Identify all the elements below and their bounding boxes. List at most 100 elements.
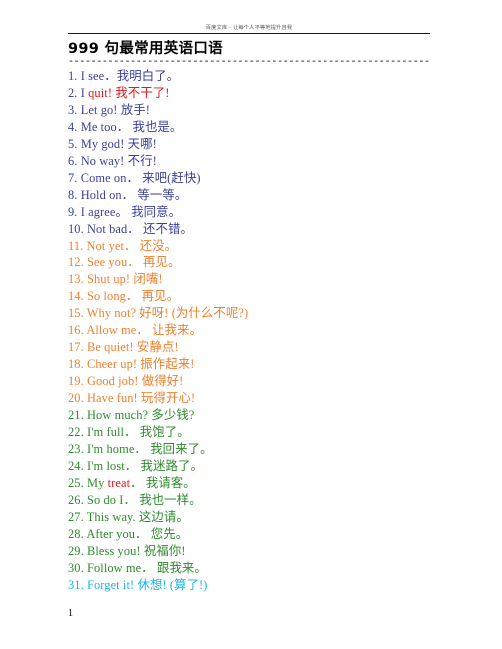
phrase-chinese: 我明白了。 (116, 69, 180, 83)
phrase-line: 6. No way! 不行! (68, 153, 468, 170)
phrase-line: 29. Bless you! 祝福你! (68, 543, 468, 560)
phrase-number: 18. (68, 357, 87, 372)
phrase-line: 10. Not bad． 还不错。 (68, 221, 468, 238)
phrase-number: 31. (68, 577, 87, 592)
phrase-english: Why not? (86, 306, 137, 321)
phrase-chinese: 来吧(赶快) (138, 170, 201, 185)
phrase-chinese: 不行! (124, 153, 157, 168)
phrase-chinese: 安静点! (133, 340, 179, 355)
phrase-number: 26. (68, 492, 87, 507)
phrase-chinese: 您先。 (147, 526, 189, 541)
phrase-number: 30. (68, 560, 87, 575)
document-page: 百度文库 - 让每个人平等地提升自我 999 句最常用英语口语 --------… (0, 0, 502, 649)
phrase-chinese: 天哪! (124, 136, 157, 151)
phrase-number: 1. (68, 69, 81, 83)
phrase-line: 22. I'm full． 我饱了。 (68, 424, 468, 441)
phrase-english: Hold on． (80, 187, 135, 202)
phrase-english: How much? (87, 408, 149, 423)
page-header: 百度文库 - 让每个人平等地提升自我 (68, 24, 430, 34)
phrase-english: I'm lost． (87, 458, 138, 473)
phrase-number: 14. (68, 289, 87, 304)
phrase-number: 23. (68, 441, 87, 456)
phrase-chinese: 再见。 (138, 289, 180, 304)
phrase-chinese: 我也一样。 (136, 492, 202, 507)
phrase-english: Good job! (87, 374, 139, 389)
phrase-english: So long． (87, 289, 139, 304)
phrase-number: 12. (68, 255, 87, 270)
phrase-line: 24. I'm lost． 我迷路了。 (68, 458, 468, 475)
phrase-number: 29. (68, 543, 87, 558)
phrase-line: 13. Shut up! 闭嘴! (68, 271, 468, 288)
phrase-line: 11. Not yet． 还没。 (68, 238, 468, 255)
phrase-line: 1. I see．我明白了。 (68, 68, 468, 85)
phrase-chinese: 好呀! (为什么不呢?) (136, 306, 249, 321)
phrase-number: 10. (68, 221, 87, 236)
phrase-line: 25. My treat． 我请客。 (68, 475, 468, 492)
phrase-chinese: ． 我请客。 (130, 475, 196, 490)
phrase-number: 6. (68, 153, 81, 168)
phrase-english: I agree。 (80, 204, 128, 219)
phrase-chinese: 休想! (算了!) (134, 577, 208, 592)
phrase-english: Bless you! (87, 543, 141, 558)
phrase-line: 30. Follow me． 跟我来。 (68, 560, 468, 577)
phrase-english: Have fun! (87, 391, 138, 406)
phrase-number: 27. (68, 509, 87, 524)
phrase-line: 31. Forget it! 休想! (算了!) (68, 577, 468, 594)
phrase-english: Not yet． (86, 238, 137, 253)
phrase-number: 13. (68, 272, 87, 287)
phrase-english: After you． (86, 526, 148, 541)
phrase-line: 27. This way. 这边请。 (68, 509, 468, 526)
page-title: 999 句最常用英语口语 (68, 41, 223, 57)
phrase-number: 2. (68, 85, 81, 100)
phrase-english: I'm home． (87, 441, 147, 456)
phrase-chinese: 放手! (117, 102, 150, 117)
phrase-number: 20. (68, 391, 87, 406)
phrase-line: 17. Be quiet! 安静点! (68, 339, 468, 356)
phrase-english: No way! (80, 153, 125, 168)
page-number: 1 (68, 608, 73, 619)
phrase-chinese: 还不错。 (139, 221, 193, 236)
phrase-number: 4. (68, 119, 81, 134)
phrase-line: 26. So do I． 我也一样。 (68, 492, 468, 509)
phrase-english: Shut up! (87, 272, 131, 287)
phrase-english: This way. (86, 509, 136, 524)
phrase-english: Not bad． (87, 221, 140, 236)
phrase-line: 23. I'm home． 我回来了。 (68, 441, 468, 458)
phrase-chinese: 跟我来。 (153, 560, 207, 575)
phrase-english-highlight: quit! (88, 85, 113, 100)
phrase-list: 1. I see．我明白了。 2. I quit! 我不干了! 3. Let go!… (68, 68, 468, 594)
phrase-english: Follow me． (87, 560, 154, 575)
phrase-number: 11. (68, 238, 87, 253)
phrase-english: I see． (80, 69, 117, 83)
phrase-number: 16. (68, 323, 87, 338)
phrase-line: 16. Allow me． 让我来。 (68, 322, 468, 339)
phrase-line: 5. My god! 天哪! (68, 136, 468, 153)
phrase-english: Forget it! (87, 577, 135, 592)
phrase-chinese: 振作起来! (137, 357, 195, 372)
phrase-number: 24. (68, 458, 87, 473)
phrase-number: 3. (68, 102, 81, 117)
phrase-line: 8. Hold on． 等一等。 (68, 187, 468, 204)
phrase-chinese: 多少钱? (148, 408, 195, 423)
phrase-chinese: 做得好! (138, 374, 184, 389)
phrase-number: 8. (68, 187, 81, 202)
phrase-chinese: 玩得开心! (137, 391, 196, 406)
phrase-english: So do I． (87, 492, 136, 507)
baidu-wenku-watermark: 百度文库 - 让每个人平等地提升自我 (205, 25, 293, 31)
phrase-chinese: 这边请。 (135, 509, 189, 524)
phrase-chinese: 我也是。 (129, 119, 183, 134)
phrase-line: 12. See you． 再见。 (68, 254, 468, 271)
phrase-english: Cheer up! (87, 357, 138, 372)
phrase-chinese: 我不干了! (112, 85, 170, 100)
phrase-english: My god! (80, 136, 125, 151)
phrase-line: 7. Come on． 来吧(赶快) (68, 170, 468, 187)
phrase-number: 15. (68, 306, 87, 321)
phrase-line: 2. I quit! 我不干了! (68, 85, 468, 102)
phrase-english: I'm full． (87, 425, 137, 440)
phrase-number: 5. (68, 136, 81, 151)
phrase-chinese: 我回来了。 (146, 441, 213, 456)
phrase-english: My (87, 475, 108, 490)
phrase-number: 22. (68, 425, 87, 440)
dashed-divider: ----------------------------------------… (68, 60, 430, 66)
phrase-line: 20. Have fun! 玩得开心! (68, 390, 468, 407)
